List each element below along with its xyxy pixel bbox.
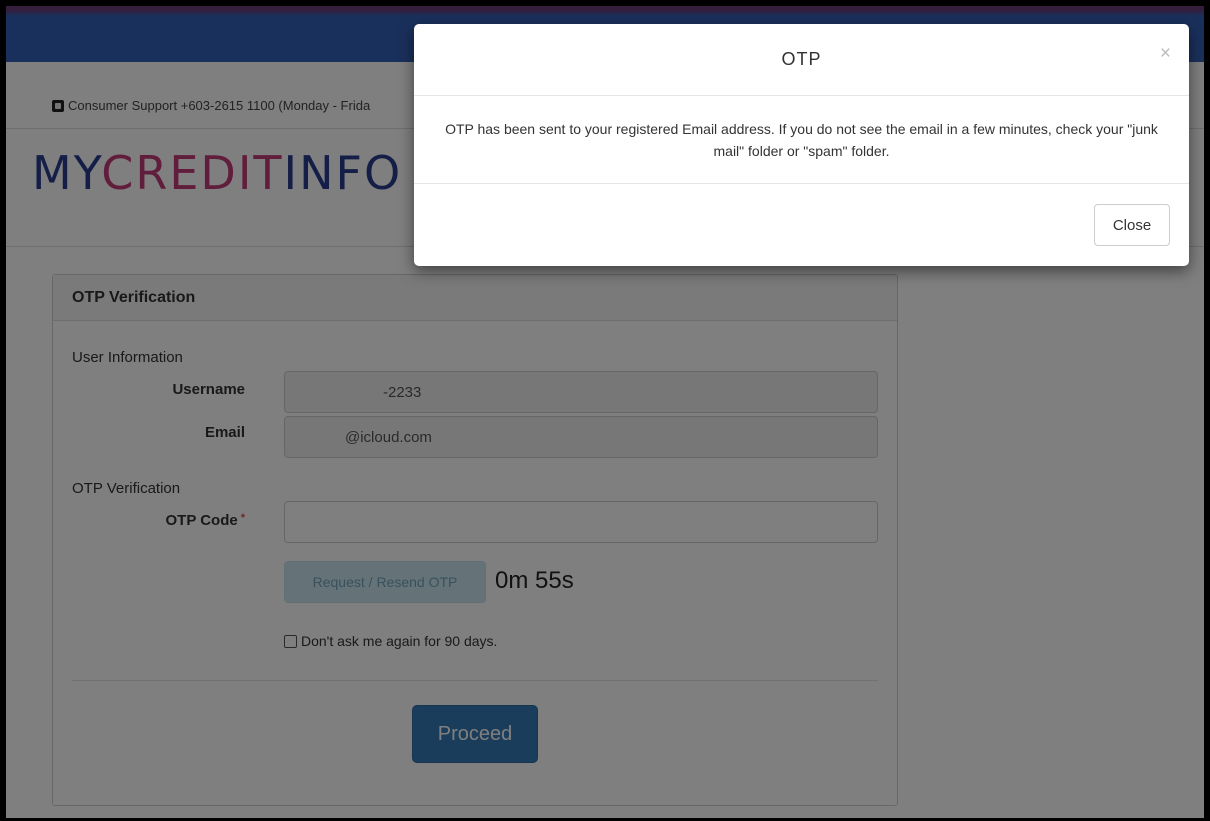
modal-footer: Close bbox=[414, 184, 1189, 266]
modal-header: OTP × bbox=[414, 24, 1189, 96]
close-button[interactable]: Close bbox=[1094, 204, 1170, 246]
otp-modal: OTP × OTP has been sent to your register… bbox=[414, 24, 1189, 266]
modal-message: OTP has been sent to your registered Ema… bbox=[414, 96, 1189, 184]
browser-page: Consumer Support +603-2615 1100 (Monday … bbox=[6, 6, 1204, 818]
modal-title: OTP bbox=[781, 49, 822, 69]
close-icon[interactable]: × bbox=[1160, 44, 1171, 63]
